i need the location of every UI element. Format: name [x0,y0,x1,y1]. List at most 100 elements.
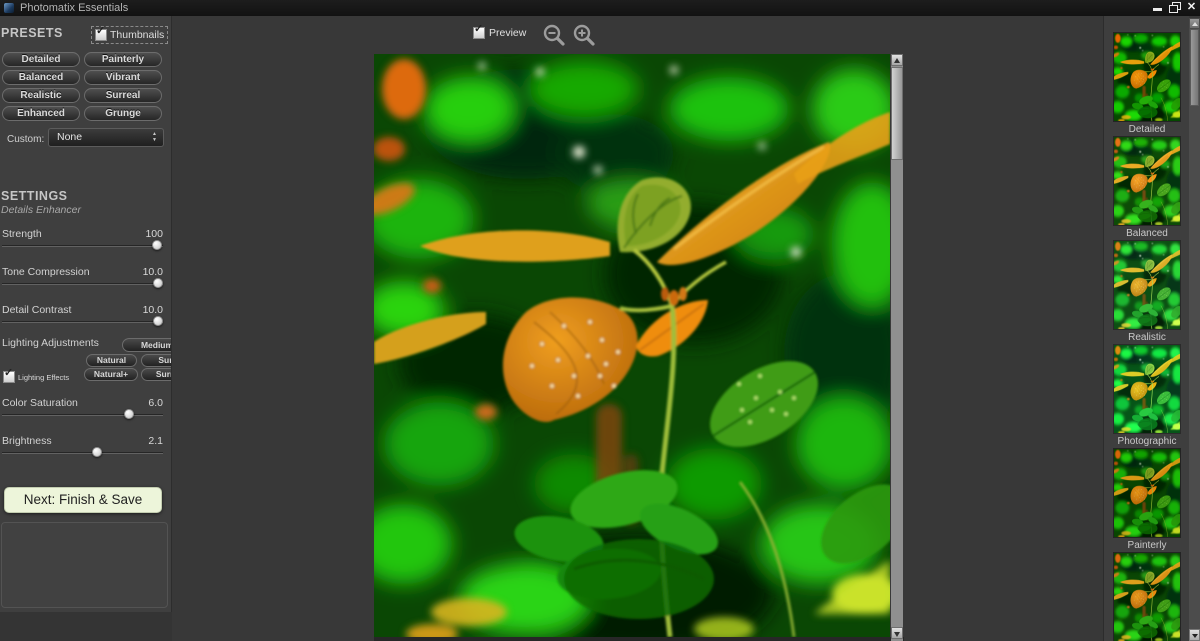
empty-group-box [1,522,168,608]
thumbnail-image [1114,449,1180,537]
slider-thumb[interactable] [153,278,163,288]
minimize-button[interactable] [1150,1,1165,14]
preset-button-detailed[interactable]: Detailed [2,52,80,67]
thumbnail-image [1114,553,1180,641]
preset-button-realistic[interactable]: Realistic [2,88,80,103]
thumbnail-detailed[interactable]: Detailed [1104,33,1189,135]
slider-thumb[interactable] [152,240,162,250]
app-window: Photomatix Essentials ✕ PRESETS ✓Thumbna… [0,0,1200,641]
slider-detail-contrast: Detail Contrast 10.0 [2,304,163,328]
title-bar[interactable]: Photomatix Essentials ✕ [0,0,1200,16]
scroll-up-button[interactable] [1189,18,1200,29]
slider-label: Detail Contrast [2,304,71,316]
lighting-button-surreal-plus[interactable]: Surreal+ [141,368,172,381]
slider-thumb[interactable] [92,447,102,457]
slider-track[interactable] [2,321,163,323]
thumbnail-image [1114,345,1180,433]
window-scrollbar[interactable] [1189,18,1200,641]
slider-label: Tone Compression [2,266,90,278]
thumbnail-partial[interactable] [1104,553,1189,641]
thumbnails-checkbox[interactable]: ✓Thumbnails [91,26,168,44]
scroll-up-icon [894,58,900,63]
presets-header: PRESETS [1,26,63,40]
slider-thumb[interactable] [153,316,163,326]
lighting-button-surreal[interactable]: Surreal [141,354,172,367]
app-icon [4,3,14,13]
thumbnail-painterly[interactable]: Painterly [1104,449,1189,551]
custom-preset-value: None [57,131,82,143]
preview-checkbox-label: Preview [489,27,526,39]
thumbnails-checkbox-label: Thumbnails [110,29,164,41]
preset-thumbnails-panel: Detailed Balanced Realistic Photographic… [1103,16,1189,641]
slider-brightness: Brightness 2.1 [2,435,163,459]
settings-subheader: Details Enhancer [1,204,81,216]
presets-settings-panel: PRESETS ✓Thumbnails Detailed Painterly B… [0,16,172,612]
slider-track[interactable] [2,414,163,416]
scrollbar-thumb[interactable] [1190,29,1199,106]
zoom-out-icon[interactable] [542,23,566,47]
custom-preset-dropdown[interactable]: None ▲▼ [48,128,164,147]
zoom-in-icon[interactable] [572,23,596,47]
preset-button-surreal[interactable]: Surreal [84,88,162,103]
thumbnail-balanced[interactable]: Balanced [1104,137,1189,239]
lighting-effects-label: Lighting Effects [18,373,69,382]
slider-tone-compression: Tone Compression 10.0 [2,266,163,290]
slider-track[interactable] [2,452,163,454]
preview-photo-art [374,54,890,637]
preset-button-vibrant[interactable]: Vibrant [84,70,162,85]
slider-track[interactable] [2,245,163,247]
preset-button-balanced[interactable]: Balanced [2,70,80,85]
preset-button-grid: Detailed Painterly Balanced Vibrant Real… [2,52,162,121]
slider-track[interactable] [2,283,163,285]
checkbox-icon: ✓ [3,371,15,383]
preview-checkbox[interactable]: ✓ Preview [473,27,526,39]
slider-value: 10.0 [143,304,163,316]
thumbnail-image [1114,137,1180,225]
slider-value: 2.1 [148,435,163,447]
slider-label: Brightness [2,435,52,447]
scrollbar-thumb[interactable] [891,67,903,160]
custom-label: Custom: [7,134,44,145]
slider-color-saturation: Color Saturation 6.0 [2,397,163,421]
lighting-button-natural[interactable]: Natural [86,354,137,367]
lighting-button-medium[interactable]: Medium [122,338,172,352]
lighting-button-natural-plus[interactable]: Natural+ [84,368,138,381]
scroll-up-button[interactable] [891,54,903,66]
thumbnail-image [1114,241,1180,329]
next-finish-save-button[interactable]: Next: Finish & Save [4,487,162,513]
scroll-down-icon [894,632,900,637]
slider-thumb[interactable] [124,409,134,419]
thumbnail-photographic[interactable]: Photographic [1104,345,1189,447]
checkbox-icon: ✓ [95,29,107,41]
restore-button[interactable] [1167,1,1182,14]
dropdown-spinner-icon: ▲▼ [152,131,157,143]
slider-label: Strength [2,228,42,240]
window-title: Photomatix Essentials [20,0,128,16]
slider-value: 100 [145,228,163,240]
preset-button-grunge[interactable]: Grunge [84,106,162,121]
preset-button-painterly[interactable]: Painterly [84,52,162,67]
close-icon: ✕ [1184,1,1199,14]
thumbnail-realistic[interactable]: Realistic [1104,241,1189,343]
preset-button-enhanced[interactable]: Enhanced [2,106,80,121]
preview-scrollbar[interactable] [891,54,903,641]
scroll-down-button[interactable] [1189,629,1200,641]
thumbnail-label: Detailed [1104,124,1189,135]
slider-label: Color Saturation [2,397,78,409]
scroll-down-icon [1192,634,1198,638]
thumbnail-label: Photographic [1104,436,1189,447]
scroll-down-button[interactable] [891,627,903,639]
slider-value: 6.0 [148,397,163,409]
slider-strength: Strength 100 [2,228,163,252]
minimize-icon [1153,8,1162,11]
thumbnail-image [1114,33,1180,121]
panel-footer-area [0,612,172,641]
preview-bottom-strip [374,637,904,641]
lighting-effects-checkbox[interactable]: ✓Lighting Effects [3,371,69,383]
settings-header: SETTINGS [1,189,68,203]
thumbnail-label: Realistic [1104,332,1189,343]
close-button[interactable]: ✕ [1184,1,1199,14]
slider-value: 10.0 [143,266,163,278]
preview-image[interactable] [374,54,890,637]
checkbox-icon: ✓ [473,27,485,39]
